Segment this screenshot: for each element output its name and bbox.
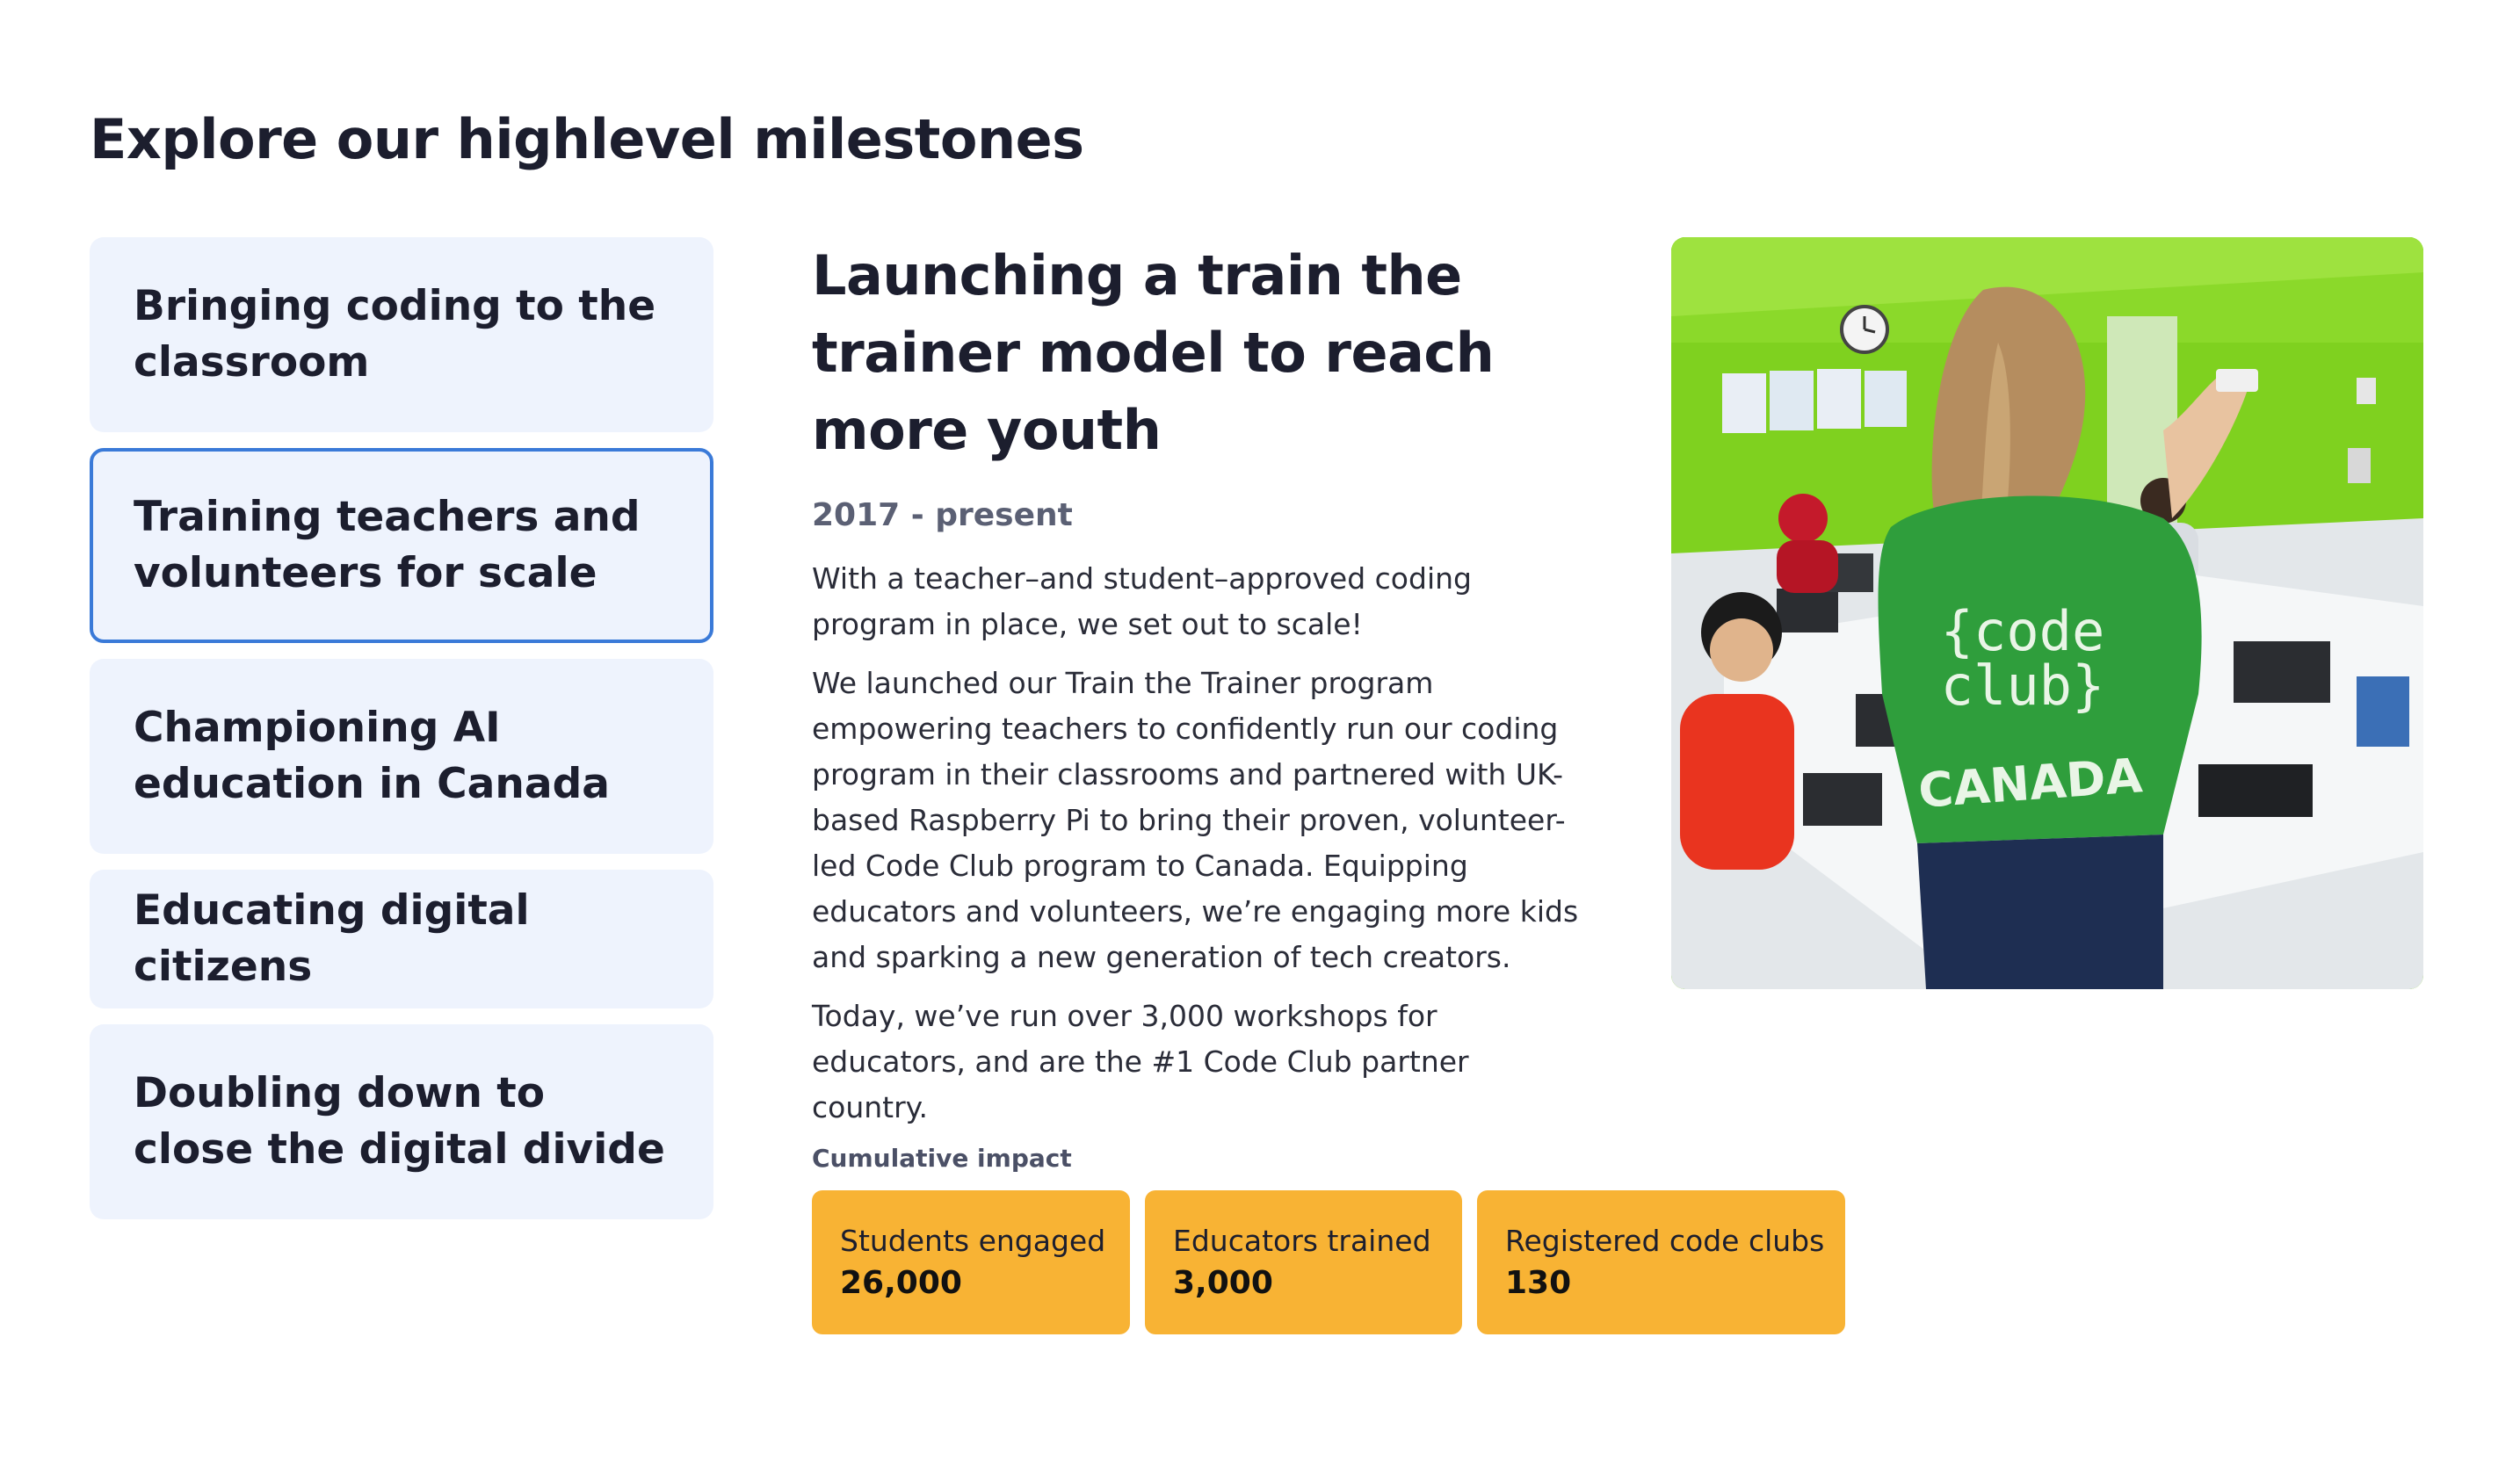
classroom-photo-illustration: {code club} CANADA xyxy=(1671,237,2423,989)
milestone-label: Training teachers and volunteers for sca… xyxy=(134,493,641,597)
detail-paragraph: Today, we’ve run over 3,000 workshops fo… xyxy=(812,999,1469,1124)
milestone-item-classroom[interactable]: Bringing coding to the classroom xyxy=(90,237,713,432)
milestone-item-training[interactable]: Training teachers and volunteers for sca… xyxy=(90,448,713,643)
cumulative-impact: Cumulative impact Students engaged 26,00… xyxy=(812,1144,1845,1334)
milestone-item-digital-citizens[interactable]: Educating digital citizens xyxy=(90,870,713,1008)
impact-heading: Cumulative impact xyxy=(812,1144,1072,1173)
detail-paragraph: With a teacher–and student–approved codi… xyxy=(812,561,1472,641)
impact-label: Educators trained xyxy=(1173,1224,1431,1258)
milestone-list: Bringing coding to the classroom Trainin… xyxy=(90,237,713,1219)
classroom-photo: {code club} CANADA xyxy=(1671,237,2423,989)
impact-value: 3,000 xyxy=(1173,1265,1273,1301)
impact-card-code-clubs: Registered code clubs 130 xyxy=(1477,1190,1845,1334)
impact-cards: Students engaged 26,000 Educators traine… xyxy=(812,1190,1845,1334)
detail-title: Launching a train the trainer model to r… xyxy=(812,243,1495,462)
shirt-text-line: club} xyxy=(1941,654,2105,718)
milestone-item-ai-education[interactable]: Championing AI education in Canada xyxy=(90,659,713,854)
impact-label: Students engaged xyxy=(840,1224,1106,1258)
milestone-label: Educating digital citizens xyxy=(134,886,530,991)
detail-period: 2017 - present xyxy=(812,497,1073,533)
impact-value: 26,000 xyxy=(840,1265,962,1301)
milestone-detail: Launching a train the trainer model to r… xyxy=(812,237,1594,1144)
impact-card-students: Students engaged 26,000 xyxy=(812,1190,1130,1334)
impact-card-educators: Educators trained 3,000 xyxy=(1145,1190,1462,1334)
detail-paragraph: We launched our Train the Trainer progra… xyxy=(812,666,1579,974)
impact-value: 130 xyxy=(1505,1265,1572,1301)
detail-body: With a teacher–and student–approved codi… xyxy=(812,556,1594,1131)
milestone-label: Doubling down to close the digital divid… xyxy=(134,1069,665,1174)
milestone-label: Championing AI education in Canada xyxy=(134,704,610,808)
milestones-section: Explore our highlevel milestones Bringin… xyxy=(0,0,2520,1460)
page-title: Explore our highlevel milestones xyxy=(90,107,1084,171)
milestone-item-digital-divide[interactable]: Doubling down to close the digital divid… xyxy=(90,1024,713,1219)
impact-label: Registered code clubs xyxy=(1505,1224,1825,1258)
milestone-label: Bringing coding to the classroom xyxy=(134,282,656,387)
